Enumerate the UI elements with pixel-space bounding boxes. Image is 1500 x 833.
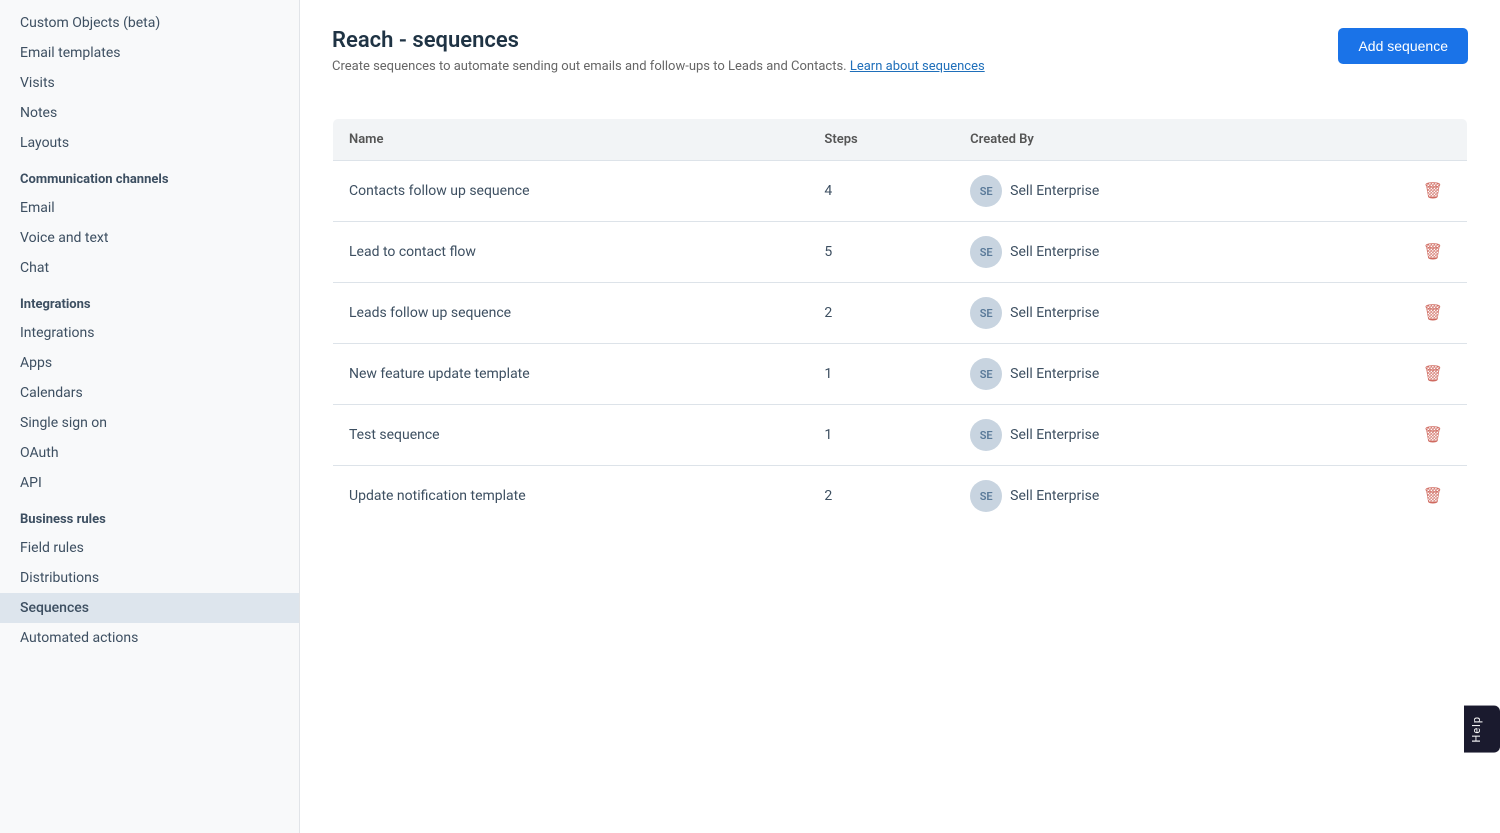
sequence-steps: 5 bbox=[808, 222, 954, 283]
action-cell: 🗑 bbox=[1314, 283, 1468, 344]
sidebar-sections: Communication channelsEmailVoice and tex… bbox=[0, 158, 299, 653]
sidebar: Custom Objects (beta)Email templatesVisi… bbox=[0, 0, 300, 833]
action-cell: 🗑 bbox=[1314, 466, 1468, 527]
creator-name: Sell Enterprise bbox=[1010, 488, 1099, 504]
delete-button[interactable]: 🗑 bbox=[1415, 177, 1451, 205]
sidebar-item-sso[interactable]: Single sign on bbox=[0, 408, 299, 438]
sidebar-item-notes[interactable]: Notes bbox=[0, 98, 299, 128]
delete-button[interactable]: 🗑 bbox=[1415, 238, 1451, 266]
sequence-name: Contacts follow up sequence bbox=[333, 161, 809, 222]
table-row: Update notification template2 SE Sell Ente… bbox=[333, 466, 1468, 527]
table-row: Leads follow up sequence2 SE Sell Enterpri… bbox=[333, 283, 1468, 344]
creator-name: Sell Enterprise bbox=[1010, 427, 1099, 443]
sequence-creator: SE Sell Enterprise bbox=[954, 222, 1314, 283]
delete-button[interactable]: 🗑 bbox=[1415, 482, 1451, 510]
sequence-steps: 2 bbox=[808, 283, 954, 344]
sidebar-item-custom-objects[interactable]: Custom Objects (beta) bbox=[0, 8, 299, 38]
sidebar-item-voice-and-text[interactable]: Voice and text bbox=[0, 223, 299, 253]
add-sequence-button[interactable]: Add sequence bbox=[1338, 28, 1468, 64]
table-body: Contacts follow up sequence4 SE Sell Enter… bbox=[333, 161, 1468, 527]
sidebar-item-email-templates[interactable]: Email templates bbox=[0, 38, 299, 68]
table-row: New feature update template1 SE Sell Enter… bbox=[333, 344, 1468, 405]
page-subtitle: Create sequences to automate sending out… bbox=[332, 59, 985, 74]
creator-name: Sell Enterprise bbox=[1010, 366, 1099, 382]
sequence-creator: SE Sell Enterprise bbox=[954, 405, 1314, 466]
sidebar-item-email[interactable]: Email bbox=[0, 193, 299, 223]
page-title: Reach - sequences bbox=[332, 28, 985, 53]
avatar: SE bbox=[970, 480, 1002, 512]
sidebar-item-api[interactable]: API bbox=[0, 468, 299, 498]
creator-cell: SE Sell Enterprise bbox=[970, 236, 1298, 268]
sequence-steps: 4 bbox=[808, 161, 954, 222]
creator-cell: SE Sell Enterprise bbox=[970, 297, 1298, 329]
sequences-table: Name Steps Created By Contacts follow up… bbox=[332, 118, 1468, 527]
action-cell: 🗑 bbox=[1314, 161, 1468, 222]
sidebar-item-integrations[interactable]: Integrations bbox=[0, 318, 299, 348]
sidebar-item-field-rules[interactable]: Field rules bbox=[0, 533, 299, 563]
creator-cell: SE Sell Enterprise bbox=[970, 480, 1298, 512]
sidebar-item-oauth[interactable]: OAuth bbox=[0, 438, 299, 468]
table-row: Contacts follow up sequence4 SE Sell Enter… bbox=[333, 161, 1468, 222]
sidebar-item-apps[interactable]: Apps bbox=[0, 348, 299, 378]
sidebar-top-items: Custom Objects (beta)Email templatesVisi… bbox=[0, 8, 299, 158]
help-widget[interactable]: Help bbox=[1464, 706, 1500, 753]
creator-cell: SE Sell Enterprise bbox=[970, 175, 1298, 207]
sidebar-item-distributions[interactable]: Distributions bbox=[0, 563, 299, 593]
col-name: Name bbox=[333, 119, 809, 161]
sidebar-item-automated-actions[interactable]: Automated actions bbox=[0, 623, 299, 653]
sequence-steps: 2 bbox=[808, 466, 954, 527]
sequence-creator: SE Sell Enterprise bbox=[954, 161, 1314, 222]
table-header-row: Name Steps Created By bbox=[333, 119, 1468, 161]
page-header: Reach - sequences Create sequences to au… bbox=[332, 28, 1468, 98]
sequence-steps: 1 bbox=[808, 405, 954, 466]
creator-name: Sell Enterprise bbox=[1010, 244, 1099, 260]
sidebar-section-header: Business rules bbox=[0, 498, 299, 533]
action-cell: 🗑 bbox=[1314, 405, 1468, 466]
sidebar-item-visits[interactable]: Visits bbox=[0, 68, 299, 98]
col-created-by: Created By bbox=[954, 119, 1314, 161]
avatar: SE bbox=[970, 297, 1002, 329]
subtitle-text: Create sequences to automate sending out… bbox=[332, 59, 847, 74]
sidebar-section-header: Integrations bbox=[0, 283, 299, 318]
action-cell: 🗑 bbox=[1314, 222, 1468, 283]
action-cell: 🗑 bbox=[1314, 344, 1468, 405]
table-row: Test sequence1 SE Sell Enterprise 🗑 bbox=[333, 405, 1468, 466]
sequence-steps: 1 bbox=[808, 344, 954, 405]
sequence-name: Update notification template bbox=[333, 466, 809, 527]
avatar: SE bbox=[970, 358, 1002, 390]
avatar: SE bbox=[970, 175, 1002, 207]
creator-cell: SE Sell Enterprise bbox=[970, 419, 1298, 451]
col-actions bbox=[1314, 119, 1468, 161]
main-content: Reach - sequences Create sequences to au… bbox=[300, 0, 1500, 833]
table-header: Name Steps Created By bbox=[333, 119, 1468, 161]
creator-name: Sell Enterprise bbox=[1010, 183, 1099, 199]
sequence-creator: SE Sell Enterprise bbox=[954, 283, 1314, 344]
delete-button[interactable]: 🗑 bbox=[1415, 360, 1451, 388]
avatar: SE bbox=[970, 236, 1002, 268]
col-steps: Steps bbox=[808, 119, 954, 161]
creator-name: Sell Enterprise bbox=[1010, 305, 1099, 321]
sequence-name: Leads follow up sequence bbox=[333, 283, 809, 344]
delete-button[interactable]: 🗑 bbox=[1415, 299, 1451, 327]
sidebar-item-calendars[interactable]: Calendars bbox=[0, 378, 299, 408]
sequence-name: Test sequence bbox=[333, 405, 809, 466]
delete-button[interactable]: 🗑 bbox=[1415, 421, 1451, 449]
sidebar-item-sequences[interactable]: Sequences bbox=[0, 593, 299, 623]
sequence-creator: SE Sell Enterprise bbox=[954, 466, 1314, 527]
page-header-text: Reach - sequences Create sequences to au… bbox=[332, 28, 985, 98]
creator-cell: SE Sell Enterprise bbox=[970, 358, 1298, 390]
sequence-name: New feature update template bbox=[333, 344, 809, 405]
avatar: SE bbox=[970, 419, 1002, 451]
sidebar-item-chat[interactable]: Chat bbox=[0, 253, 299, 283]
sequence-name: Lead to contact flow bbox=[333, 222, 809, 283]
sidebar-section-header: Communication channels bbox=[0, 158, 299, 193]
learn-link[interactable]: Learn about sequences bbox=[850, 59, 985, 74]
table-row: Lead to contact flow5 SE Sell Enterprise 🗑 bbox=[333, 222, 1468, 283]
sidebar-item-layouts[interactable]: Layouts bbox=[0, 128, 299, 158]
sequence-creator: SE Sell Enterprise bbox=[954, 344, 1314, 405]
